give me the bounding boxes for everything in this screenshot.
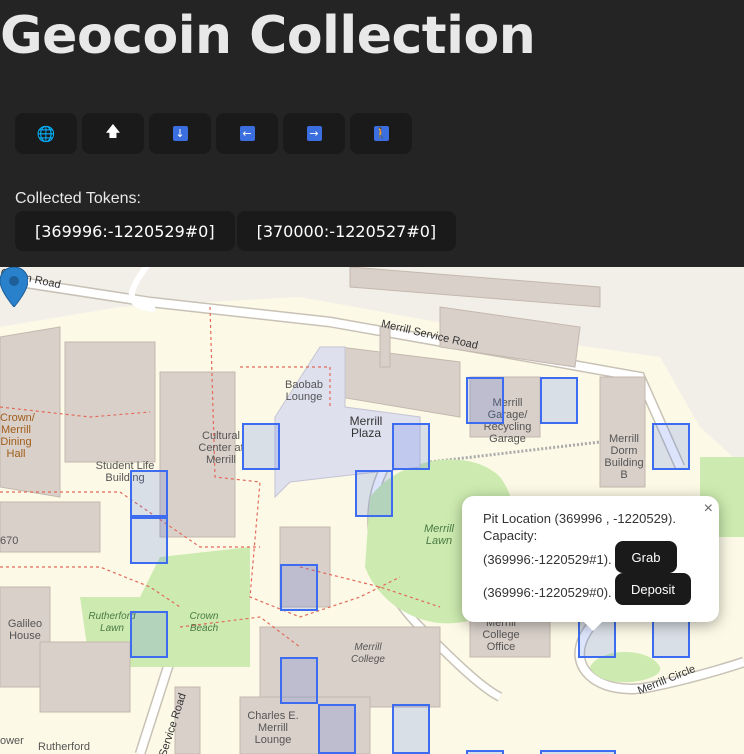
map-label-merrill-plaza: Merrill Plaza <box>349 414 383 440</box>
map-label-dorm-b: Merrill Dorm Building B <box>604 433 644 481</box>
collected-tokens-label: Collected Tokens: <box>15 190 141 207</box>
player-button[interactable]: 🚶 <box>350 113 412 154</box>
map-label-670: 670 <box>0 535 19 547</box>
map-label-crown-beach: Crown Beach <box>189 611 219 634</box>
north-button[interactable]: 🡅 <box>82 113 144 154</box>
cache-cell[interactable] <box>355 470 393 517</box>
collected-tokens-list: [369996:-1220529#0] [370000:-1220527#0] <box>15 211 457 251</box>
map-label-rutherford: Rutherford <box>38 741 90 753</box>
pit-location-text: Pit Location (369996 , -1220529). <box>483 511 676 526</box>
token-chip[interactable]: [370000:-1220527#0] <box>236 211 457 251</box>
page-title: Geocoin Collection <box>0 6 536 66</box>
movement-controls: 🌐 🡅 ↓ ← → 🚶 <box>15 113 412 154</box>
map-view[interactable]: Crown Road Merrill Service Road Baobab L… <box>0 267 744 754</box>
map-label-crown-dining: Crown/ Merrill Dining Hall <box>0 412 35 460</box>
deposit-button[interactable]: Deposit <box>615 573 691 605</box>
pit-token-text: (369996:-1220529#0). <box>483 585 612 600</box>
close-icon[interactable]: × <box>704 500 713 518</box>
cache-cell[interactable] <box>392 423 430 470</box>
cache-cell[interactable] <box>540 377 578 424</box>
map-label-charles-lounge: Charles E. Merrill Lounge <box>247 710 299 746</box>
map-label-cultural-center: Cultural Center at Merrill <box>198 430 244 466</box>
cache-cell[interactable] <box>130 517 168 564</box>
cache-cell[interactable] <box>540 750 616 754</box>
token-chip[interactable]: [369996:-1220529#0] <box>15 211 235 251</box>
pit-token-text: (369996:-1220529#1). <box>483 552 612 567</box>
person-walking-icon: 🚶 <box>373 126 389 141</box>
cache-cell[interactable] <box>130 470 168 517</box>
cache-cell[interactable] <box>466 377 504 424</box>
west-button[interactable]: ← <box>216 113 278 154</box>
cache-cell[interactable] <box>318 704 356 754</box>
cache-cell[interactable] <box>652 423 690 470</box>
player-marker-icon[interactable] <box>0 267 28 307</box>
map-label-college-office: Merrill College Office <box>482 617 520 653</box>
map-label-tower: ower <box>0 735 24 747</box>
capacity-text: Capacity: <box>483 528 538 543</box>
map-label-baobab: Baobab Lounge <box>285 379 323 403</box>
arrow-left-icon: ← <box>239 126 255 141</box>
globe-button[interactable]: 🌐 <box>15 113 77 154</box>
cache-cell[interactable] <box>280 564 318 611</box>
arrow-up-icon: 🡅 <box>105 123 121 140</box>
arrow-down-icon: ↓ <box>172 126 188 141</box>
arrow-right-icon: → <box>306 126 322 141</box>
map-label-merrill-lawn: Merrill Lawn <box>424 523 454 547</box>
cache-cell[interactable] <box>392 704 430 754</box>
south-button[interactable]: ↓ <box>149 113 211 154</box>
east-button[interactable]: → <box>283 113 345 154</box>
cache-cell[interactable] <box>466 750 504 754</box>
pit-popup: × Pit Location (369996 , -1220529). Capa… <box>462 496 719 631</box>
map-label-merrill-college: Merrill College <box>351 642 385 665</box>
globe-icon: 🌐 <box>36 125 56 143</box>
cache-cell[interactable] <box>280 657 318 704</box>
cache-cell[interactable] <box>130 611 168 658</box>
map-label-galileo: Galileo House <box>7 618 43 642</box>
grab-button[interactable]: Grab <box>615 541 677 573</box>
cache-cell[interactable] <box>242 423 280 470</box>
